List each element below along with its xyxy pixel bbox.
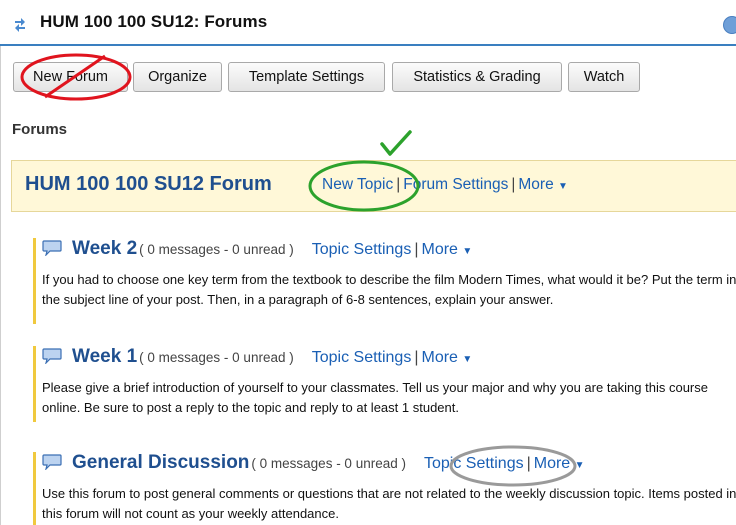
topic-title[interactable]: Week 2 [72, 238, 137, 259]
topic-header: Week 1( 0 messages - 0 unread ) Topic Set… [42, 346, 472, 372]
topic-actions: Topic Settings | More ▼ [423, 455, 585, 472]
forum-title[interactable]: HUM 100 100 SU12 Forum [25, 173, 272, 196]
organize-button[interactable]: Organize [133, 62, 222, 92]
page-title: HUM 100 100 SU12: Forums [40, 12, 268, 31]
topic-more-menu[interactable]: More ▼ [421, 349, 472, 366]
speech-bubble-icon [42, 454, 62, 470]
caret-down-icon: ▼ [558, 181, 568, 192]
watch-button[interactable]: Watch [568, 62, 640, 92]
speech-bubble-icon [42, 240, 62, 256]
forum-more-menu[interactable]: More ▼ [518, 176, 568, 193]
forum-more-label: More [518, 176, 554, 193]
topic-actions: Topic Settings | More ▼ [311, 241, 473, 258]
topic-message-count: ( 0 messages - 0 unread ) [251, 456, 406, 471]
topic-week-2: Week 2( 0 messages - 0 unread ) Topic Set… [33, 238, 736, 324]
topic-message-count: ( 0 messages - 0 unread ) [139, 242, 294, 257]
topic-settings-link[interactable]: Topic Settings [312, 241, 412, 258]
template-settings-button[interactable]: Template Settings [228, 62, 385, 92]
arrows-icon[interactable] [13, 16, 27, 32]
toolbar: New Forum Organize Template Settings Sta… [0, 48, 736, 100]
statistics-grading-button[interactable]: Statistics & Grading [392, 62, 562, 92]
help-icon[interactable] [723, 16, 736, 34]
topic-week-1: Week 1( 0 messages - 0 unread ) Topic Set… [33, 346, 736, 422]
topic-more-menu[interactable]: More ▼ [534, 455, 585, 472]
topic-description: Use this forum to post general comments … [42, 486, 736, 521]
topic-header: Week 2( 0 messages - 0 unread ) Topic Set… [42, 238, 472, 264]
topic-description: Please give a brief introduction of your… [42, 380, 708, 415]
topic-description: If you had to choose one key term from t… [42, 272, 736, 307]
topic-title[interactable]: General Discussion [72, 452, 249, 473]
topic-more-label: More [421, 349, 458, 366]
topic-actions: Topic Settings | More ▼ [311, 349, 473, 366]
topic-header: General Discussion( 0 messages - 0 unrea… [42, 452, 585, 478]
topic-title[interactable]: Week 1 [72, 346, 137, 367]
topic-message-count: ( 0 messages - 0 unread ) [139, 350, 294, 365]
topic-more-menu[interactable]: More ▼ [421, 241, 472, 258]
forum-settings-link[interactable]: Forum Settings [403, 176, 508, 193]
topic-more-label: More [533, 455, 571, 472]
speech-bubble-icon [42, 348, 62, 364]
topic-more-label: More [421, 241, 458, 258]
topic-settings-link[interactable]: Topic Settings [424, 455, 524, 472]
topic-general-discussion: General Discussion( 0 messages - 0 unrea… [33, 452, 736, 525]
caret-down-icon: ▼ [462, 354, 473, 365]
new-forum-button[interactable]: New Forum [13, 62, 128, 92]
new-topic-link[interactable]: New Topic [322, 176, 393, 193]
caret-down-icon: ▼ [574, 460, 585, 471]
topic-settings-link[interactable]: Topic Settings [312, 349, 412, 366]
section-title: Forums [12, 121, 68, 138]
forum-actions: New Topic | Forum Settings | More ▼ [322, 176, 568, 193]
title-bar: HUM 100 100 SU12: Forums [0, 0, 736, 46]
caret-down-icon: ▼ [462, 246, 473, 257]
